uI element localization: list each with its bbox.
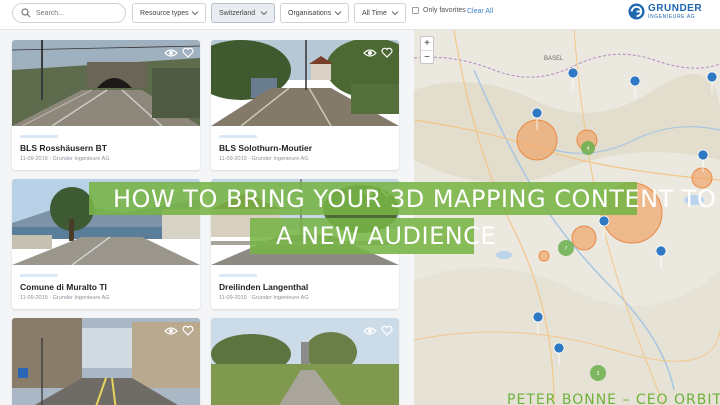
- country-dropdown[interactable]: Switzerland: [211, 3, 275, 23]
- card-title: BLS Solothurn-Moutier: [219, 143, 313, 153]
- map-label-basel: BASEL: [544, 56, 564, 62]
- organisations-dropdown[interactable]: Organisations: [280, 3, 349, 23]
- favorites-checkbox[interactable]: [412, 7, 419, 14]
- zoom-in-button[interactable]: +: [421, 37, 433, 50]
- resource-card[interactable]: [211, 318, 399, 405]
- cluster-bubble[interactable]: [538, 250, 550, 262]
- view-count-icon: [363, 327, 377, 335]
- view-count-icon: [363, 49, 377, 57]
- favorite-heart-icon[interactable]: [182, 325, 194, 336]
- resource-type-tag: [219, 135, 257, 138]
- chevron-down-icon: [191, 11, 199, 16]
- search-icon: [21, 8, 31, 18]
- chevron-down-icon: [391, 11, 399, 16]
- logo-line1: GRUNDER: [648, 2, 703, 14]
- card-meta: 11-09-2019 · Grunder Ingenieure AG: [219, 156, 309, 162]
- favorite-heart-icon[interactable]: [182, 47, 194, 58]
- chevron-down-icon: [334, 11, 342, 16]
- resource-type-tag: [20, 135, 58, 138]
- resource-card[interactable]: BLS Rosshäusern BT 11-09-2019 · Grunder …: [12, 40, 200, 170]
- top-toolbar: Resource types Switzerland Organisations…: [0, 0, 720, 30]
- card-meta: 11-09-2019 · Grunder Ingenieure AG: [20, 156, 110, 162]
- favorite-heart-icon[interactable]: [381, 47, 393, 58]
- favorites-label: Only favorites: [423, 7, 466, 14]
- resource-types-dropdown[interactable]: Resource types: [132, 3, 206, 23]
- only-favorites-toggle[interactable]: Only favorites: [412, 7, 466, 14]
- headline-line1: HOW TO BRING YOUR 3D MAPPING CONTENT TO: [89, 182, 716, 215]
- logo-line2: INGENIEURE AG: [648, 13, 696, 20]
- clear-all-link[interactable]: Clear All: [467, 8, 493, 15]
- card-title: BLS Rosshäusern BT: [20, 143, 107, 153]
- view-count-icon: [164, 327, 178, 335]
- time-dropdown[interactable]: All Time: [354, 3, 406, 23]
- cluster-count: 4: [587, 146, 590, 152]
- headline-line2: A NEW AUDIENCE: [250, 218, 496, 254]
- resource-card[interactable]: [12, 318, 200, 405]
- map-zoom-control: + −: [420, 36, 434, 64]
- organisations-label: Organisations: [288, 9, 332, 17]
- cluster-count: 3: [597, 371, 600, 377]
- card-title: Comune di Muralto TI: [20, 282, 107, 292]
- zoom-out-button[interactable]: −: [421, 51, 433, 64]
- resource-type-tag: [219, 274, 257, 277]
- company-logo: GRUNDER INGENIEURE AG: [628, 3, 702, 20]
- card-title: Dreilinden Langenthal: [219, 282, 309, 292]
- favorite-heart-icon[interactable]: [381, 325, 393, 336]
- cluster-count: 7: [565, 246, 568, 252]
- country-label: Switzerland: [219, 9, 256, 17]
- speaker-credit: PETER BONNE – CEO ORBIT GT: [507, 392, 720, 405]
- card-meta: 11-09-2019 · Grunder Ingenieure AG: [219, 295, 309, 301]
- view-count-icon: [164, 49, 178, 57]
- search-box[interactable]: [12, 3, 126, 23]
- resource-types-label: Resource types: [140, 9, 189, 17]
- cluster-bubble[interactable]: [571, 225, 597, 251]
- time-label: All Time: [362, 9, 387, 17]
- resource-card[interactable]: BLS Solothurn-Moutier 11-09-2019 · Grund…: [211, 40, 399, 170]
- search-input[interactable]: [36, 9, 124, 17]
- logo-mark-icon: [628, 3, 645, 20]
- card-meta: 11-09-2019 · Grunder Ingenieure AG: [20, 295, 110, 301]
- chevron-down-icon: [260, 11, 268, 16]
- resource-type-tag: [20, 274, 58, 277]
